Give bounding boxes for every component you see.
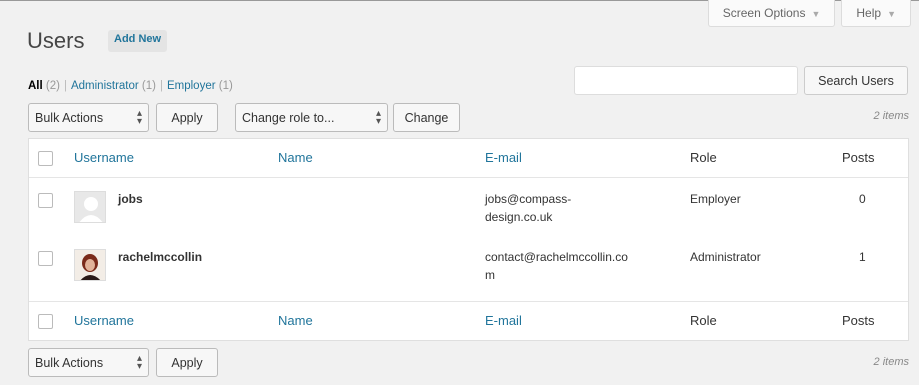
change-role-select[interactable]: Change role to... ▴ ▾ <box>235 103 388 132</box>
footer-header-posts[interactable]: Posts <box>842 313 875 328</box>
change-role-value: Change role to... <box>242 110 335 125</box>
email-line-1: contact@rachelmccollin.co <box>485 250 628 264</box>
username-link[interactable]: rachelmccollin <box>118 248 202 266</box>
footer-header-role: Role <box>690 313 717 328</box>
default-avatar-icon <box>75 192 105 222</box>
bulk-actions-value: Bulk Actions <box>35 110 104 125</box>
screen-options-label: Screen Options <box>722 6 806 20</box>
bulk-actions-value: Bulk Actions <box>35 355 104 370</box>
row-checkbox[interactable] <box>38 193 53 208</box>
footer-header-email[interactable]: E-mail <box>485 313 522 328</box>
footer-divider <box>29 301 908 302</box>
email-line-2: design.co.uk <box>485 210 553 224</box>
page-title: Users <box>27 28 85 53</box>
filter-administrator-count: (1) <box>141 80 156 92</box>
row-checkbox[interactable] <box>38 251 53 266</box>
select-all-checkbox[interactable] <box>38 151 53 166</box>
filter-all[interactable]: All (2) <box>28 80 60 92</box>
user-role: Administrator <box>690 250 761 264</box>
footer-header-username[interactable]: Username <box>74 313 134 328</box>
username-link[interactable]: jobs <box>118 190 143 208</box>
filter-separator: | <box>63 80 67 92</box>
email-line-2: m <box>485 268 495 282</box>
user-role: Employer <box>690 192 741 206</box>
search-users-button[interactable]: Search Users <box>804 66 908 95</box>
select-arrows-icon: ▴ ▾ <box>136 352 142 372</box>
filter-administrator-label: Administrator <box>70 80 139 92</box>
select-all-checkbox-footer[interactable] <box>38 314 53 329</box>
column-header-name[interactable]: Name <box>278 150 313 165</box>
apply-button-bottom[interactable]: Apply <box>156 348 218 377</box>
caret-down-icon: ▼ <box>887 9 896 19</box>
post-count: 0 <box>859 192 866 206</box>
filter-administrator[interactable]: Administrator (1) <box>71 80 156 92</box>
bulk-actions-select-bottom[interactable]: Bulk Actions ▴ ▾ <box>28 348 149 377</box>
footer-header-name[interactable]: Name <box>278 313 313 328</box>
caret-down-icon: ▼ <box>811 9 821 19</box>
apply-button-top[interactable]: Apply <box>156 103 218 132</box>
items-count-top: 2 items <box>873 110 909 122</box>
screen-meta-links: Screen Options ▼ Help ▼ <box>707 0 911 27</box>
help-tab[interactable]: Help ▼ <box>841 0 911 27</box>
header-divider <box>29 177 908 178</box>
email-line-1: jobs@compass- <box>485 192 572 206</box>
email-link[interactable]: jobs@compass-design.co.uk <box>485 190 571 226</box>
search-users-input[interactable] <box>574 66 798 95</box>
column-header-role: Role <box>690 150 717 165</box>
users-table: Username Name E-mail Role Posts jobs job… <box>28 138 909 341</box>
filter-employer[interactable]: Employer (1) <box>167 80 233 92</box>
column-header-email[interactable]: E-mail <box>485 150 522 165</box>
items-count-bottom: 2 items <box>873 356 909 368</box>
role-filters: All (2) | Administrator (1) | Employer (1) <box>28 80 233 92</box>
post-count-link[interactable]: 1 <box>859 248 866 266</box>
add-new-button[interactable]: Add New <box>108 30 168 52</box>
filter-all-count: (2) <box>45 80 60 92</box>
email-link[interactable]: contact@rachelmccollin.co m <box>485 248 628 284</box>
filter-employer-count: (1) <box>218 80 233 92</box>
filter-all-label: All <box>28 80 43 92</box>
avatar <box>74 191 106 223</box>
change-role-button[interactable]: Change <box>393 103 460 132</box>
screen-options-tab[interactable]: Screen Options ▼ <box>707 0 836 27</box>
avatar <box>74 249 106 281</box>
user-photo-icon <box>75 250 105 280</box>
column-header-username[interactable]: Username <box>74 150 134 165</box>
help-label: Help <box>856 6 882 20</box>
filter-employer-label: Employer <box>166 80 216 92</box>
select-arrows-icon: ▴ ▾ <box>375 107 381 127</box>
filter-separator: | <box>159 80 163 92</box>
column-header-posts[interactable]: Posts <box>842 150 875 165</box>
select-arrows-icon: ▴ ▾ <box>136 107 142 127</box>
bulk-actions-select-top[interactable]: Bulk Actions ▴ ▾ <box>28 103 149 132</box>
